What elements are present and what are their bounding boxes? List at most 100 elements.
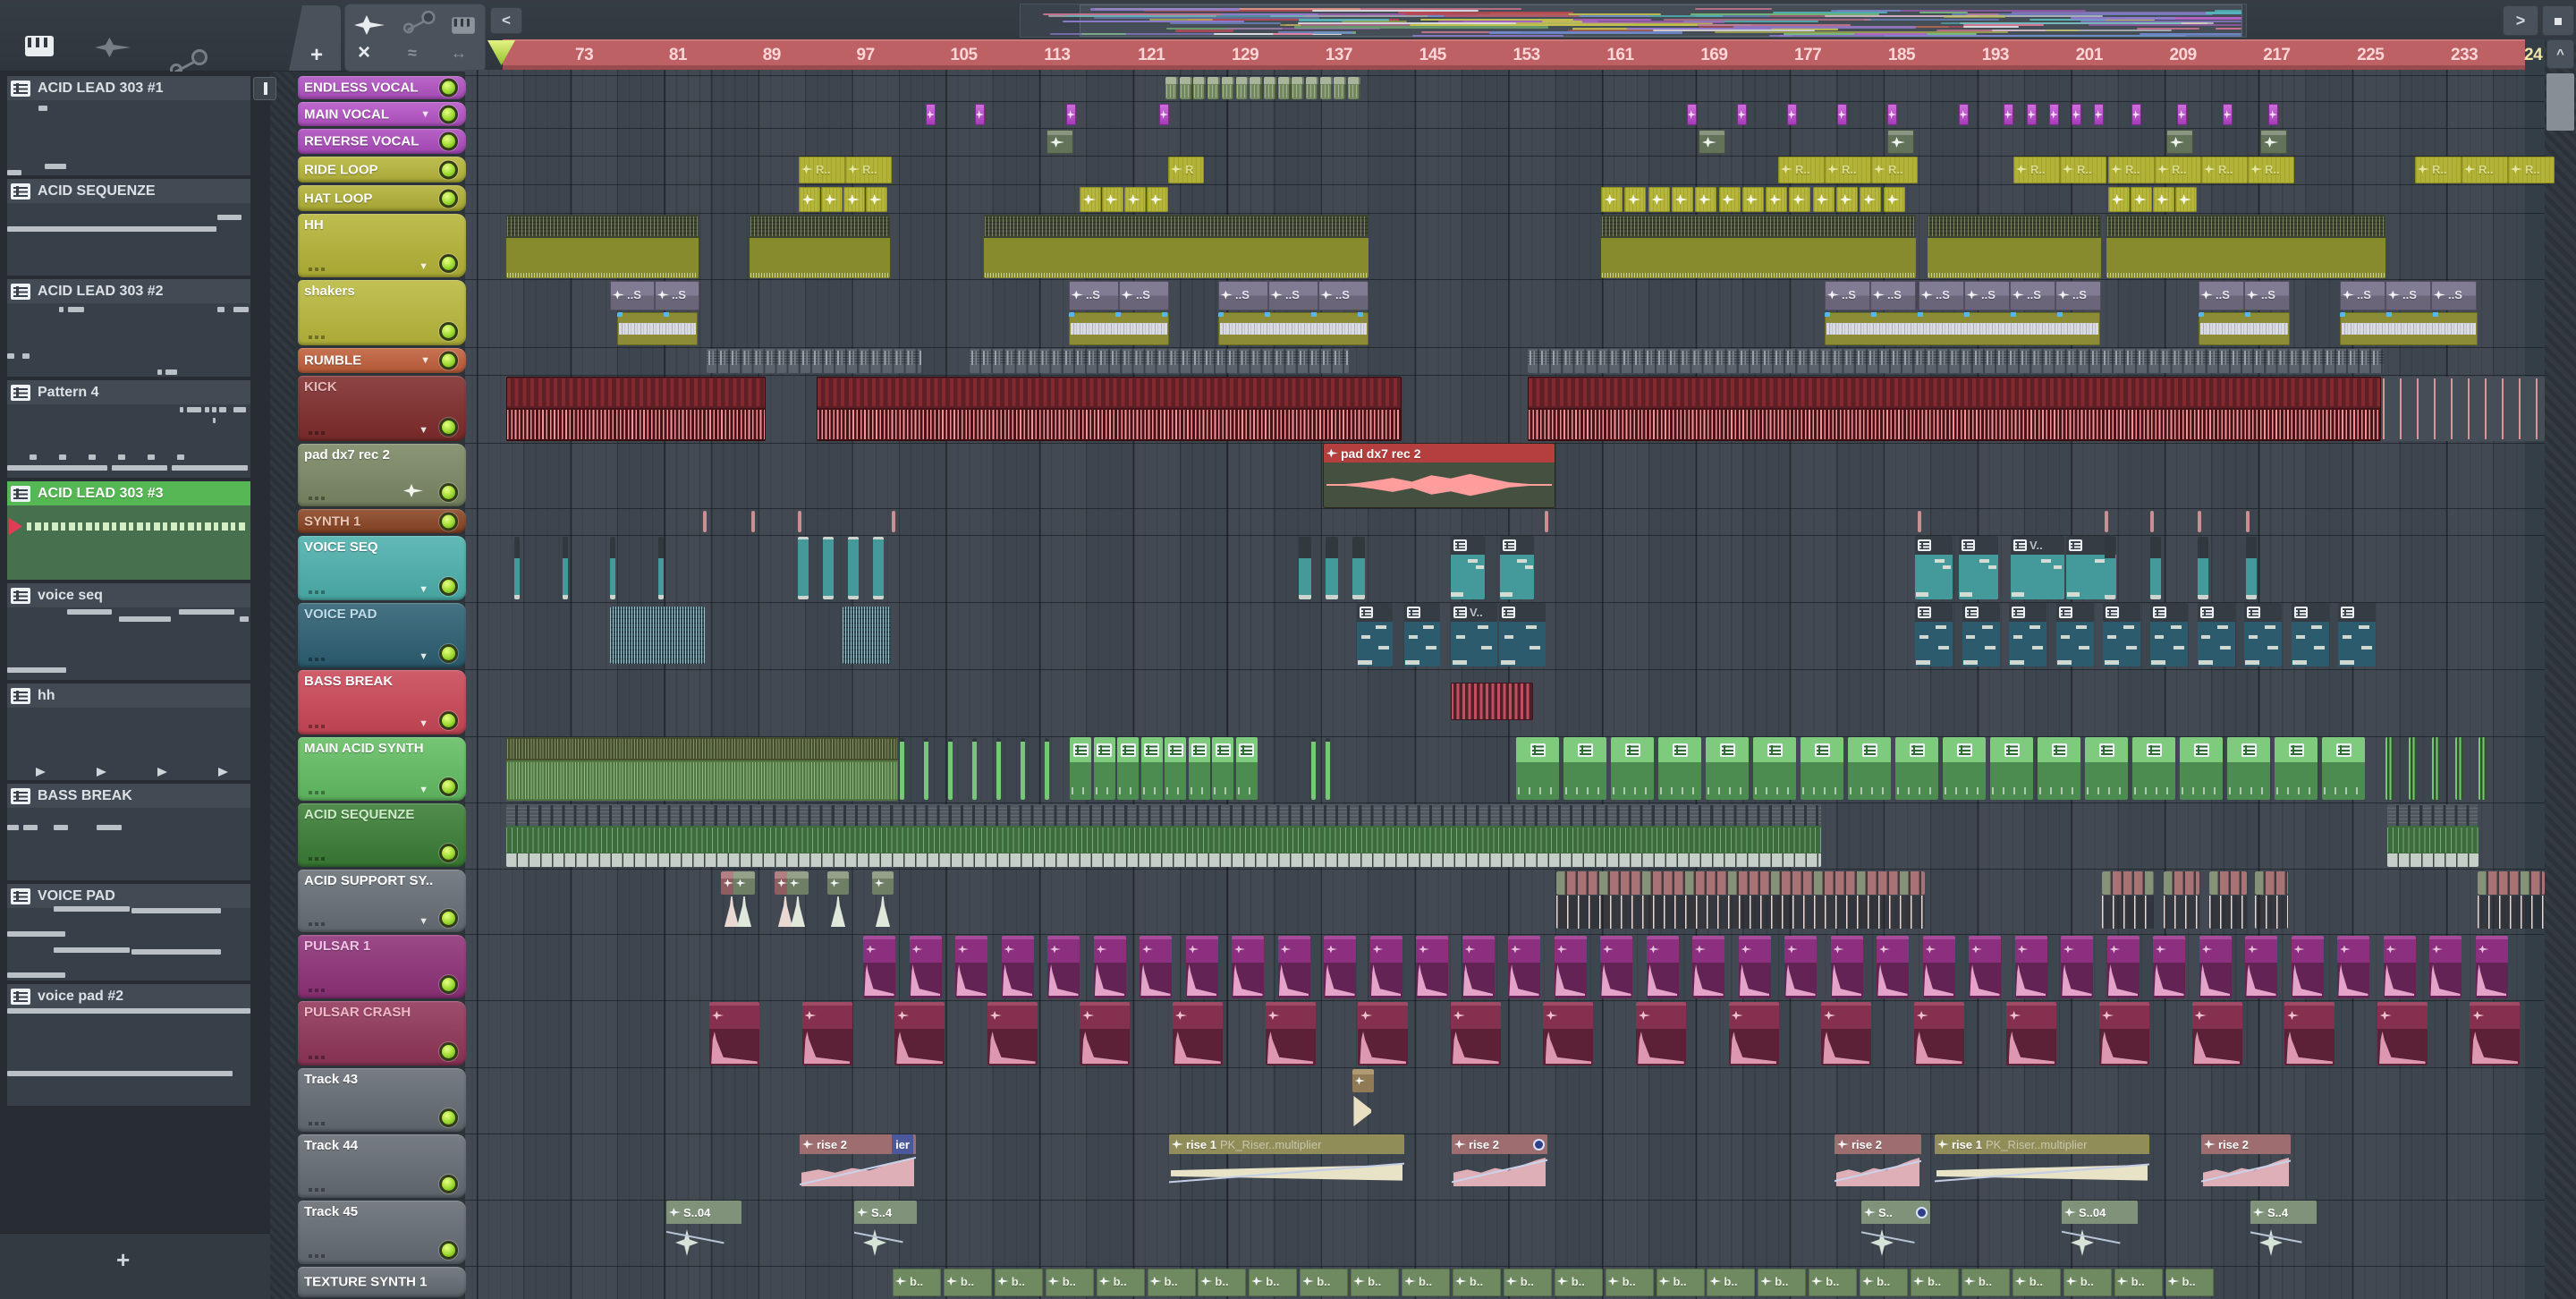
playlist-clip-ass[interactable] xyxy=(827,871,849,929)
playlist-clip-vsb[interactable] xyxy=(2105,537,2115,599)
playlist-clip-tick[interactable] xyxy=(2198,511,2201,532)
playlist-clip-kick[interactable] xyxy=(1528,377,2381,441)
playlist-clip-masc[interactable] xyxy=(1563,737,1606,800)
track-header-track-44[interactable]: Track 44 xyxy=(298,1134,466,1198)
track-mute-led[interactable] xyxy=(439,844,458,862)
playlist-clip-pad[interactable]: pad dx7 rec 2 xyxy=(1324,444,1555,507)
playlist-clip-masc[interactable] xyxy=(1117,737,1139,800)
playlist-clip-vpp[interactable] xyxy=(2150,603,2188,666)
playlist-clip-hat[interactable] xyxy=(1718,187,1741,212)
playlist-clip-ev[interactable] xyxy=(1193,77,1207,99)
playlist-clip-asrun[interactable] xyxy=(1556,871,1925,929)
track-mute-led[interactable] xyxy=(439,577,458,596)
playlist-clip-mv[interactable] xyxy=(926,104,936,125)
playlist-clip-p1[interactable] xyxy=(1692,936,1724,998)
playlist-clip-p1[interactable] xyxy=(1416,936,1448,998)
playlist-clip-vpp[interactable]: V.. xyxy=(1451,603,1497,666)
track-mute-led[interactable] xyxy=(439,1042,458,1061)
playlist-clip-vsb[interactable] xyxy=(1352,537,1365,599)
playlist-clip-masc[interactable] xyxy=(1165,737,1186,800)
playlist-clip-p1[interactable] xyxy=(2014,936,2047,998)
playlist-clip-mbar[interactable] xyxy=(900,738,904,800)
playlist-clip-vpp[interactable] xyxy=(1962,603,2000,666)
playlist-clip-acs[interactable] xyxy=(506,804,1821,867)
scroll-left-button[interactable]: < xyxy=(490,7,522,34)
scroll-up-button[interactable]: ^ xyxy=(2546,39,2574,69)
track-mute-led[interactable] xyxy=(439,105,458,123)
playlist-clip-tick[interactable] xyxy=(2105,511,2108,532)
pattern-preview[interactable] xyxy=(7,808,250,880)
pattern-preview[interactable] xyxy=(7,908,250,981)
playlist-clip-ev[interactable] xyxy=(1292,77,1305,99)
track-dropdown-arrow[interactable]: ▼ xyxy=(420,355,430,366)
playlist-clip-p1[interactable] xyxy=(1093,936,1126,998)
playlist-clip-p1[interactable] xyxy=(909,936,942,998)
playlist-clip-ev[interactable] xyxy=(1334,77,1347,99)
playlist-clip-p1[interactable] xyxy=(1877,936,1909,998)
scroll-right-button[interactable]: > xyxy=(2503,5,2538,36)
playlist-clip-p2[interactable] xyxy=(801,1002,852,1066)
playlist-clip-vsp[interactable] xyxy=(1959,536,1998,599)
playlist-clip-p1[interactable] xyxy=(2199,936,2232,998)
playlist-clip-vsb[interactable] xyxy=(2246,537,2257,599)
playlist-clip-rum[interactable] xyxy=(707,349,921,373)
playlist-clip-vpp[interactable] xyxy=(1915,603,1953,666)
playlist-clip-masc[interactable] xyxy=(1658,737,1701,800)
playlist-clip-mv[interactable] xyxy=(2177,104,2187,125)
playlist-clip-ass[interactable] xyxy=(733,871,755,929)
playlist-clip-hat[interactable] xyxy=(1695,187,1717,212)
playlist-clip-p1[interactable] xyxy=(1830,936,1863,998)
playlist-clip-r2[interactable]: rise 2 ier xyxy=(800,1134,916,1197)
track-header-acid-sequenze[interactable]: ACID SEQUENZE xyxy=(298,803,466,867)
playlist-clip-b[interactable]: b.. xyxy=(2165,1269,2214,1296)
playlist-clip-tick[interactable] xyxy=(1545,511,1548,532)
track-header-voice-seq[interactable]: VOICE SEQ ▼ xyxy=(298,536,466,600)
playlist-clip-ride[interactable]: R.. xyxy=(2060,157,2106,183)
playlist-clip-mv[interactable] xyxy=(2049,104,2059,125)
pattern-preview[interactable] xyxy=(7,708,250,780)
pattern-card-pattern-4[interactable]: Pattern 4 xyxy=(7,380,250,404)
playlist-clip-masc[interactable] xyxy=(2180,737,2223,800)
playlist-clip-vpp[interactable] xyxy=(2291,603,2329,666)
playlist-clip-masc[interactable] xyxy=(1093,737,1115,800)
track-options-dots[interactable] xyxy=(309,497,312,500)
track-mute-led[interactable] xyxy=(439,1108,458,1127)
pattern-preview[interactable] xyxy=(7,505,250,580)
playlist-clip-mv[interactable] xyxy=(1737,104,1747,125)
playlist-clip-b[interactable]: b.. xyxy=(1249,1269,1298,1296)
playlist-clip-p1[interactable] xyxy=(1462,936,1495,998)
playlist-clip-b[interactable]: b.. xyxy=(1452,1269,1501,1296)
playlist-clip-p1[interactable] xyxy=(1369,936,1402,998)
playlist-clip-sg[interactable] xyxy=(1887,130,1914,154)
playlist-clip-masc[interactable] xyxy=(1188,737,1210,800)
track-options-dots[interactable] xyxy=(309,1254,312,1258)
playlist-clip-p2[interactable] xyxy=(987,1002,1038,1066)
track-mute-led[interactable] xyxy=(439,418,458,437)
playlist-clip-p1[interactable] xyxy=(1600,936,1632,998)
playlist-clip-p1[interactable] xyxy=(1646,936,1679,998)
playlist-clip-b[interactable]: b.. xyxy=(943,1269,992,1296)
playlist-clip-masc[interactable] xyxy=(1212,737,1233,800)
playlist-clip-shk[interactable]: ..S xyxy=(1919,281,1964,310)
playlist-clip-ev[interactable] xyxy=(1221,77,1234,99)
track-mute-led[interactable] xyxy=(439,512,458,531)
track-mute-led[interactable] xyxy=(439,1175,458,1193)
track-header-shakers[interactable]: shakers xyxy=(298,280,466,345)
playlist-clip-tick[interactable] xyxy=(798,511,801,532)
playlist-clip-s[interactable]: S..04 xyxy=(666,1201,741,1263)
playlist-clip-vsb[interactable] xyxy=(2198,537,2208,599)
playlist-clip-hh[interactable] xyxy=(2106,215,2385,278)
playlist-clip-vsp[interactable] xyxy=(1915,536,1953,599)
playlist-clip-ride[interactable]: R.. xyxy=(799,157,845,183)
pattern-card-acid-sequenze[interactable]: ACID SEQUENZE xyxy=(7,179,250,203)
playlist-clip-vpp[interactable] xyxy=(1499,603,1546,666)
playlist-clip-hh[interactable] xyxy=(1928,215,2101,278)
playlist-clip-p1[interactable] xyxy=(1140,936,1172,998)
playlist-clip-mv[interactable] xyxy=(2004,104,2013,125)
playlist-clip-b[interactable]: b.. xyxy=(1300,1269,1349,1296)
pattern-card-voice-seq[interactable]: voice seq xyxy=(7,583,250,607)
playlist-clip-mnar[interactable] xyxy=(2479,737,2487,800)
playlist-clip-ride[interactable]: R.. xyxy=(2462,157,2508,183)
playlist-clip-hat[interactable] xyxy=(1102,187,1123,212)
playlist-clip-mv[interactable] xyxy=(1887,104,1897,125)
